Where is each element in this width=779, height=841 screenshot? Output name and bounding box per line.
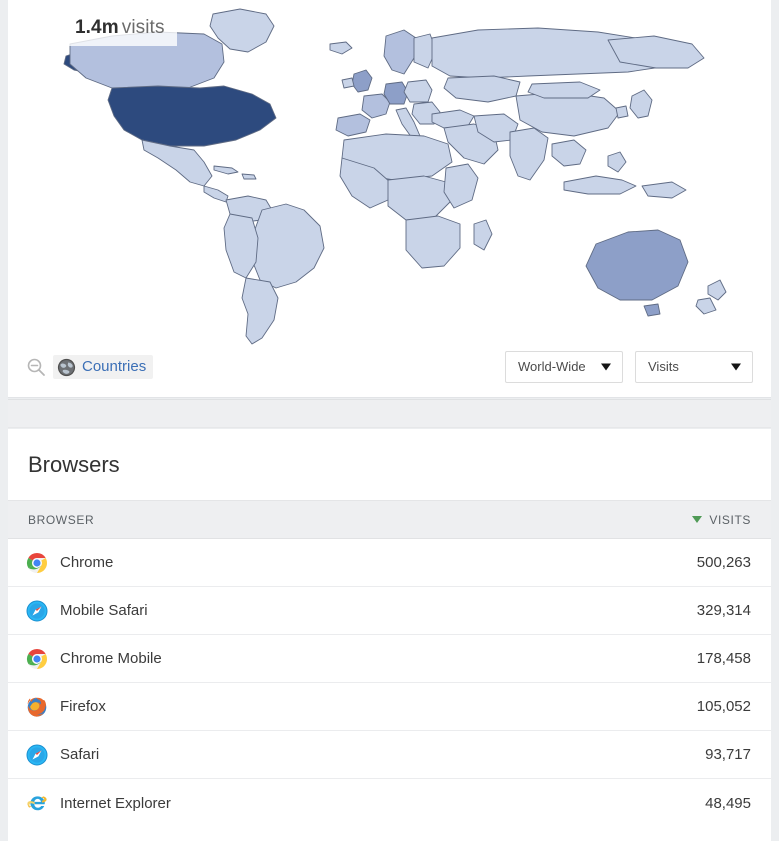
region-new-guinea [642,182,686,198]
region-new-zealand-south [696,298,716,314]
table-row[interactable]: Firefox 105,052 [8,683,771,731]
region-mongolia [528,82,600,98]
browser-visits: 93,717 [705,746,771,763]
region-argentina-chile [242,278,278,344]
browser-visits: 500,263 [697,554,771,571]
region-select-value: World-Wide [506,352,586,382]
breadcrumb-label: Countries [82,357,146,377]
browser-name: Internet Explorer [60,795,171,812]
chevron-down-icon [601,364,611,371]
table-row[interactable]: Safari 93,717 [8,731,771,779]
region-brazil [252,204,324,288]
table-row[interactable]: Chrome Mobile 178,458 [8,635,771,683]
column-header-browser[interactable]: BROWSER [8,513,692,527]
browser-visits: 329,314 [697,602,771,619]
browser-visits: 105,052 [697,698,771,715]
breadcrumb: Countries [26,355,153,379]
sort-desc-caret-icon [692,516,702,523]
internet-explorer-icon [26,792,48,814]
region-india [510,128,548,180]
region-korea [616,106,628,118]
browser-cell: Safari [8,744,705,766]
region-se-asia [552,140,586,166]
region-philippines [608,152,626,172]
analytics-dashboard: 1.4mvisits Countries [0,0,779,841]
region-central-africa [388,176,450,220]
browsers-panel: Browsers BROWSER VISITS [8,429,771,841]
region-japan [630,90,652,118]
chrome-icon [26,552,48,574]
browser-name: Chrome [60,554,113,571]
visits-map-panel: 1.4mvisits Countries [8,0,771,398]
browser-name: Mobile Safari [60,602,148,619]
breadcrumb-countries[interactable]: Countries [53,355,153,379]
region-spain-portugal [336,114,370,136]
table-header: BROWSER VISITS [8,501,771,539]
region-hispaniola [242,174,256,179]
region-tasmania [644,304,660,316]
browser-name: Firefox [60,698,106,715]
globe-icon [57,358,76,377]
safari-icon [26,744,48,766]
region-cuba [214,166,238,174]
browser-cell: Firefox [8,696,697,718]
region-iceland [330,42,352,54]
region-mexico [142,140,212,186]
region-indonesia [564,176,636,194]
table-row[interactable]: Chrome 500,263 [8,539,771,587]
chrome-mobile-icon [26,648,48,670]
region-united-states [108,86,276,146]
region-madagascar [474,220,492,250]
map-footer: Countries World-Wide Visits [8,347,771,397]
region-kazakhstan [444,76,520,102]
table-row[interactable]: Internet Explorer 48,495 [8,779,771,827]
world-map-svg [8,0,771,348]
region-ireland [342,78,354,88]
region-poland-central [404,80,432,102]
browser-name: Chrome Mobile [60,650,162,667]
tooltip-label: visits [122,17,165,38]
map-controls: World-Wide Visits [505,351,753,383]
firefox-icon [26,696,48,718]
region-peru-bolivia [224,214,258,278]
column-header-visits-label: VISITS [709,513,751,527]
metric-select[interactable]: Visits [635,351,753,383]
browser-cell: Mobile Safari [8,600,697,622]
panel-separator [8,399,771,428]
tooltip-value: 1.4m [75,17,119,38]
column-header-visits[interactable]: VISITS [692,513,771,527]
region-southern-africa [406,216,460,268]
table-row[interactable]: Mobile Safari 329,314 [8,587,771,635]
chevron-down-icon [731,364,741,371]
page-title: Browsers [8,429,771,501]
world-map[interactable] [8,0,771,348]
region-australia [586,230,688,300]
mobile-safari-icon [26,600,48,622]
browser-name: Safari [60,746,99,763]
browser-cell: Chrome Mobile [8,648,697,670]
zoom-out-icon[interactable] [26,357,46,377]
region-select[interactable]: World-Wide [505,351,623,383]
region-norway-sweden [384,30,416,74]
metric-select-value: Visits [636,352,679,382]
region-central-america [204,186,228,202]
region-united-kingdom [352,70,372,92]
browser-cell: Chrome [8,552,697,574]
browser-cell: Internet Explorer [8,792,705,814]
browsers-table-body: Chrome 500,263 Mobile Safari 329,314 [8,539,771,827]
map-tooltip: 1.4mvisits [63,12,177,46]
browser-visits: 48,495 [705,795,771,812]
region-new-zealand [708,280,726,300]
browser-visits: 178,458 [697,650,771,667]
